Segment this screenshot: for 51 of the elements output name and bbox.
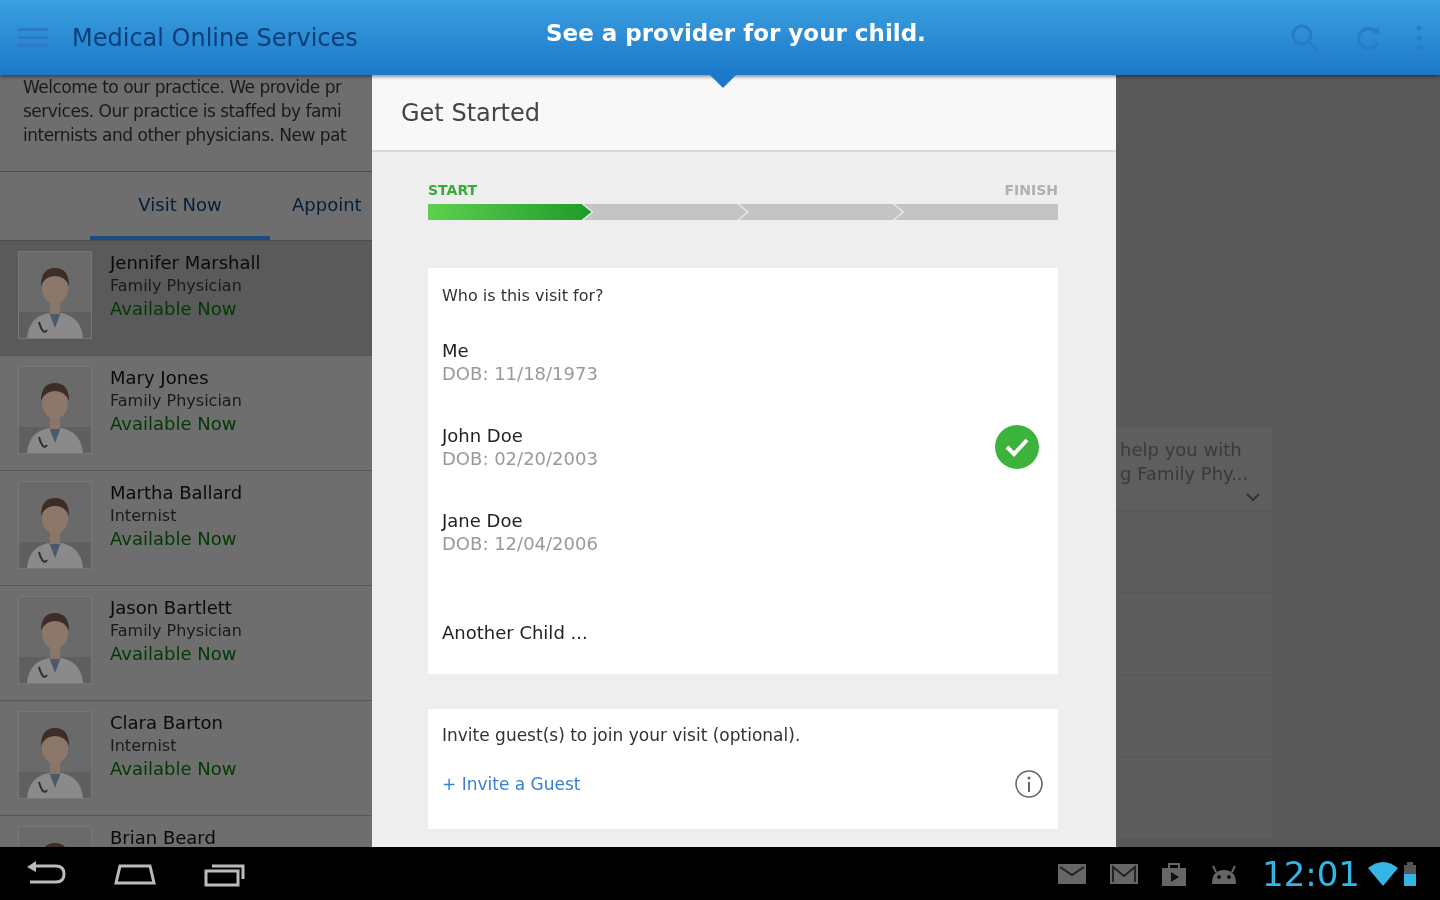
home-icon[interactable]	[114, 862, 156, 885]
patient-option[interactable]: Jane Doe DOB: 12/04/2006	[442, 489, 1044, 574]
provider-specialty: Family Physician	[110, 391, 242, 410]
patient-name: Jane Doe	[442, 509, 524, 531]
patient-dob: DOB: 11/18/1973	[442, 362, 598, 384]
availability-status: Available Now	[110, 413, 238, 434]
patient-name: Me	[442, 339, 470, 361]
dialog-title: Get Started	[401, 98, 541, 127]
availability-status: Available Now	[110, 643, 238, 664]
guest-text: Invite guest(s) to join your visit (optional).	[442, 725, 802, 745]
provider-name: Jennifer Marshall	[110, 252, 261, 273]
chevron-down-icon[interactable]	[1246, 493, 1260, 502]
robot-icon[interactable]	[1210, 863, 1238, 884]
battery-icon	[1404, 861, 1416, 886]
provider-specialty: Internist	[110, 506, 178, 525]
question-text: Who is this visit for?	[442, 286, 605, 305]
provider-specialty: Family Physician	[110, 276, 243, 295]
availability-status: Available Now	[110, 528, 238, 549]
welcome-text: Welcome to our practice. We provide pr	[23, 76, 343, 99]
availability-status: Available Now	[110, 758, 237, 779]
wifi-icon	[1368, 861, 1398, 886]
check-icon	[994, 423, 1040, 470]
progress-start-label: START	[428, 182, 478, 200]
info-icon[interactable]	[1014, 769, 1044, 799]
patient-name: John Doe	[442, 424, 524, 446]
availability-status: Available Now	[110, 298, 238, 319]
shopping-bag-icon[interactable]	[1162, 861, 1186, 886]
patient-name: Another Child ...	[442, 621, 588, 643]
provider-specialty: Family Physician	[110, 621, 242, 640]
patient-dob: DOB: 02/20/2003	[442, 447, 598, 469]
provider-name: Jason Bartlett	[110, 597, 233, 618]
patient-dob: DOB: 12/04/2006	[442, 532, 598, 554]
provider-name: Brian Beard	[110, 827, 216, 847]
clock-time: 12:01	[1262, 853, 1360, 894]
mail-icon[interactable]	[1110, 863, 1138, 884]
progress-finish-label: FINISH	[1004, 182, 1058, 200]
tab[interactable]: Appoint	[292, 172, 362, 240]
patient-option[interactable]: Me DOB: 11/18/1973	[442, 319, 1044, 404]
provider-row[interactable]: Jennifer Marshall Family Physician Available Now	[0, 241, 372, 356]
welcome-text: services. Our practice is staffed by fami	[23, 100, 343, 123]
patient-option[interactable]: John Doe DOB: 02/20/2003	[442, 404, 1044, 489]
provider-name: Martha Ballard	[110, 482, 243, 503]
hint-text: See a provider for your child.	[546, 20, 926, 46]
invite-guest-link[interactable]: + Invite a Guest	[442, 774, 581, 794]
mail-icon[interactable]	[1058, 863, 1086, 884]
patient-option[interactable]: Another Child ...	[442, 574, 1044, 674]
provider-name: Clara Barton	[110, 712, 224, 733]
provider-specialty: Internist	[110, 736, 178, 755]
app-title: Medical Online Services	[72, 23, 358, 52]
welcome-text: internists and other physicians. New pat	[23, 124, 348, 147]
provider-name: Mary Jones	[110, 367, 210, 388]
